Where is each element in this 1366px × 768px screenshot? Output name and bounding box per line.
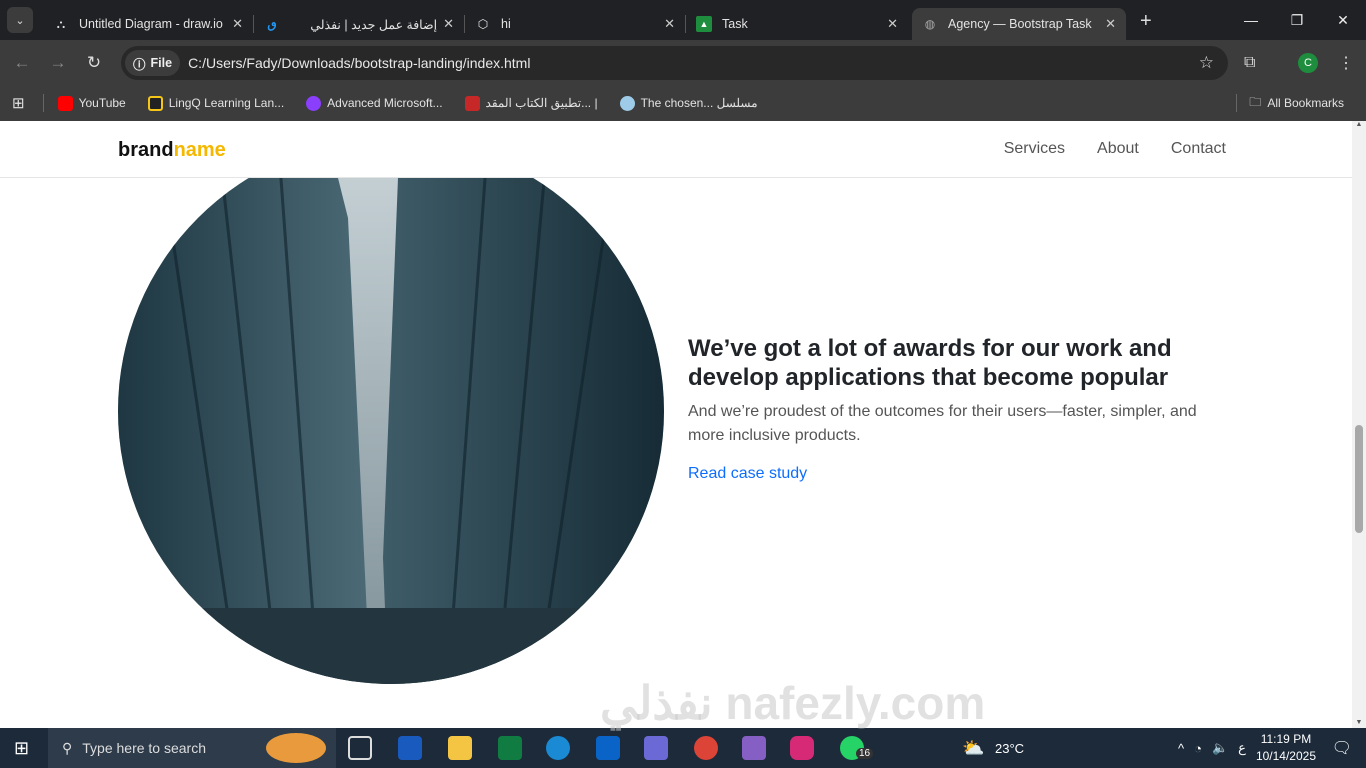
outlook-icon[interactable] <box>596 736 620 760</box>
network-icon[interactable]: ◔ <box>1194 741 1202 756</box>
back-button[interactable]: ← <box>4 53 40 73</box>
tab-bar: ⌄ ⛬ Untitled Diagram - draw.io ✕ ٯ إضافة… <box>0 0 1366 40</box>
nav-services[interactable]: Services <box>1004 140 1065 158</box>
notifications-icon[interactable]: 🗨 <box>1332 738 1352 758</box>
system-tray: ^ ◔ 🔈 ع 11:19 PM 10/14/2025 <box>1178 728 1316 768</box>
web-page: brandname Services About Contact We’ve g… <box>0 121 1352 728</box>
close-icon[interactable]: ✕ <box>232 16 243 32</box>
all-bookmarks[interactable]: 🗀 All Bookmarks <box>1236 94 1344 112</box>
word-icon[interactable] <box>398 736 422 760</box>
udemy-icon <box>306 95 322 111</box>
nav-about[interactable]: About <box>1097 140 1139 158</box>
site-navbar: brandname Services About Contact <box>0 121 1352 178</box>
drawio-icon: ⛬ <box>56 16 66 31</box>
clock[interactable]: 11:19 PM 10/14/2025 <box>1256 731 1316 765</box>
instagram-icon[interactable] <box>790 736 814 760</box>
show-hidden-icons[interactable]: ^ <box>1178 741 1184 756</box>
tab-search-button[interactable]: ⌄ <box>7 7 33 33</box>
feature-heading: We’ve got a lot of awards for our work a… <box>688 335 1172 391</box>
bookmark-star-icon[interactable]: ☆ <box>1199 53 1214 73</box>
feature-text: And we’re proudest of the outcomes for t… <box>688 403 1197 444</box>
file-explorer-icon[interactable] <box>448 736 472 760</box>
close-icon[interactable]: ✕ <box>443 16 454 32</box>
address-bar[interactable]: ⓘ File C:/Users/Fady/Downloads/bootstrap-… <box>121 46 1228 80</box>
classroom-icon: ▲ <box>696 16 712 32</box>
nav-contact[interactable]: Contact <box>1171 140 1226 158</box>
bookmark-bible-app[interactable]: تطبيق الكتاب المقد... | <box>464 95 598 111</box>
hexagon-icon: ⬡ <box>477 17 489 31</box>
brand-logo[interactable]: brandname <box>118 139 226 162</box>
tab-task[interactable]: ▲ Task ✕ <box>686 8 908 40</box>
tab-hi[interactable]: ⬡ hi ✕ <box>465 8 685 40</box>
globe-icon <box>619 95 635 111</box>
tab-agency[interactable]: ◍ Agency — Bootstrap Task ✕ <box>912 8 1126 40</box>
close-icon[interactable]: ✕ <box>664 16 675 32</box>
bookmarks-bar: ⊞ YouTube LingQ Learning Lan... Advanced… <box>0 85 1366 121</box>
watermark: نفذلي nafezly.com <box>600 677 986 729</box>
visual-studio-icon[interactable] <box>742 736 766 760</box>
onedrive-icon[interactable] <box>546 736 570 760</box>
weather-icon[interactable]: ⛅ <box>962 738 984 759</box>
taskbar: ⊞ ⚲ Type here to search 16 ⛅ 23°C ^ ◔ 🔈 … <box>0 728 1366 768</box>
city-buildings-image <box>118 138 664 684</box>
chrome-icon[interactable] <box>694 736 718 760</box>
globe-icon: ◍ <box>924 17 936 31</box>
close-icon[interactable]: ✕ <box>887 16 898 32</box>
apps-grid-icon[interactable]: ⊞ <box>12 94 25 112</box>
menu-icon[interactable]: ⋮ <box>1338 53 1354 73</box>
reload-button[interactable]: ↻ <box>76 53 112 73</box>
whatsapp-badge: 16 <box>856 748 874 759</box>
new-tab-button[interactable]: + <box>1140 10 1152 33</box>
excel-icon[interactable] <box>498 736 522 760</box>
bible-icon <box>464 95 480 111</box>
bookmark-the-chosen[interactable]: The chosen... مسلسل <box>619 95 758 111</box>
input-language[interactable]: ع <box>1238 740 1246 756</box>
folder-icon: 🗀 <box>1249 94 1262 109</box>
bookmark-youtube[interactable]: YouTube <box>57 95 126 111</box>
browser-toolbar: ← → ↻ ⓘ File C:/Users/Fady/Downloads/boot… <box>0 40 1366 85</box>
url-text[interactable]: C:/Users/Fady/Downloads/bootstrap-landin… <box>188 55 530 71</box>
read-case-study-link[interactable]: Read case study <box>688 465 807 483</box>
info-icon: ⓘ <box>133 57 146 72</box>
pie-doodle-icon <box>266 733 326 763</box>
bookmark-lingq[interactable]: LingQ Learning Lan... <box>147 95 284 111</box>
extensions-icon[interactable]: ⧉ <box>1244 54 1255 72</box>
windows-start-icon[interactable]: ⊞ <box>14 738 29 759</box>
tab-drawio[interactable]: ⛬ Untitled Diagram - draw.io ✕ <box>43 8 253 40</box>
minimize-button[interactable]: — <box>1228 0 1274 40</box>
weather-temp[interactable]: 23°C <box>995 741 1024 756</box>
nafezly-icon: ٯ <box>267 17 277 31</box>
close-window-button[interactable]: ✕ <box>1320 0 1366 40</box>
volume-icon[interactable]: 🔈 <box>1212 740 1228 756</box>
restore-button[interactable]: ❐ <box>1274 0 1320 40</box>
feature-content: We’ve got a lot of awards for our work a… <box>688 334 1228 483</box>
bookmark-advanced-microsoft[interactable]: Advanced Microsoft... <box>306 95 443 111</box>
site-info-chip[interactable]: ⓘ File <box>125 50 181 76</box>
search-icon: ⚲ <box>62 739 73 756</box>
youtube-icon <box>57 95 73 111</box>
scrollbar-thumb[interactable] <box>1355 425 1363 533</box>
tab-nafezly[interactable]: ٯ إضافة عمل جديد | نفذلي ✕ <box>254 8 464 40</box>
forward-button[interactable]: → <box>40 53 76 73</box>
profile-avatar[interactable]: C <box>1298 52 1318 73</box>
close-icon[interactable]: ✕ <box>1105 16 1116 32</box>
teams-icon[interactable] <box>644 736 668 760</box>
page-scrollbar[interactable]: ▲ ▼ <box>1352 121 1366 728</box>
task-view-icon[interactable] <box>348 736 372 760</box>
taskbar-search[interactable]: ⚲ Type here to search <box>48 728 336 768</box>
lingq-icon <box>147 95 163 111</box>
